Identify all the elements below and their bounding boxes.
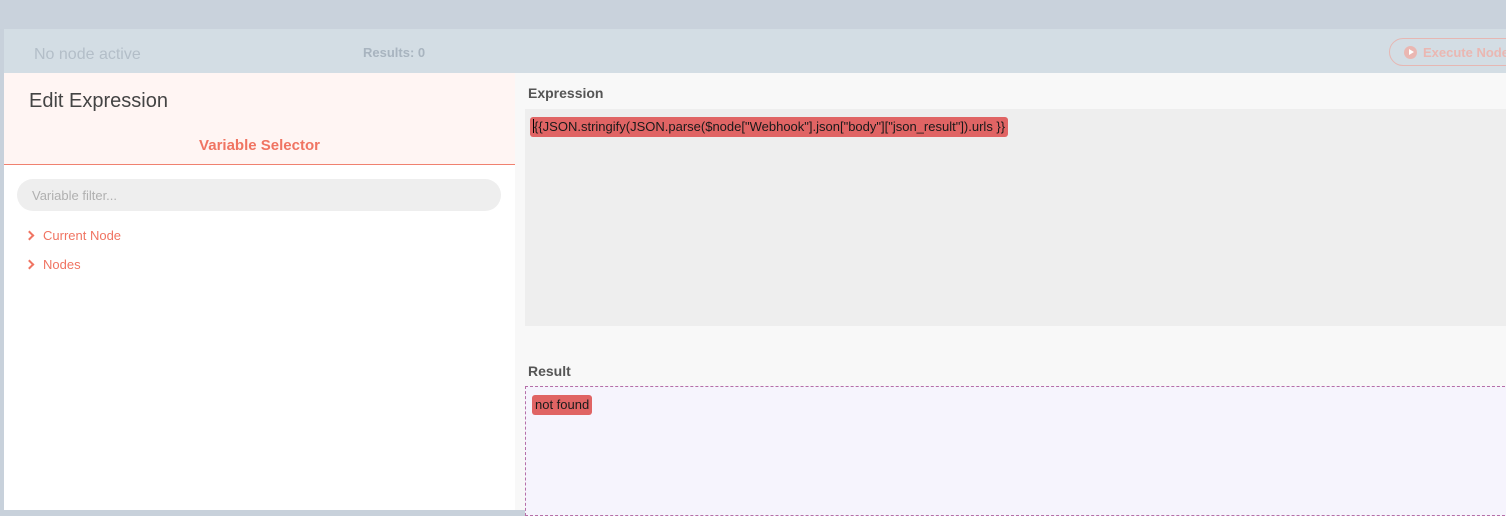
execute-node-label: Execute Node: [1423, 44, 1506, 60]
tree-item-label: Nodes: [43, 257, 81, 272]
play-icon: [1404, 45, 1417, 59]
result-label: Result: [528, 363, 571, 379]
execute-node-button[interactable]: Execute Node: [1389, 38, 1506, 66]
expression-editor[interactable]: {{JSON.stringify(JSON.parse($node["Webho…: [525, 109, 1506, 326]
chevron-right-icon: [24, 230, 35, 241]
no-node-active-label: No node active: [34, 46, 141, 63]
expression-panel: Expression {{JSON.stringify(JSON.parse($…: [515, 73, 1506, 516]
edit-expression-dialog: Edit Expression Variable Selector Curren…: [4, 73, 1506, 516]
results-count: Results: 0: [363, 45, 426, 60]
expression-label: Expression: [528, 85, 604, 101]
expression-value: {{JSON.stringify(JSON.parse($node["Webho…: [534, 119, 1006, 134]
dialog-header: Edit Expression Variable Selector: [4, 73, 515, 165]
top-strip: [0, 0, 1506, 29]
chevron-right-icon: [24, 259, 35, 270]
tree-item-current-node[interactable]: Current Node: [24, 228, 122, 243]
variable-selector-panel: Edit Expression Variable Selector Curren…: [4, 73, 515, 510]
expression-value-wrapper: {{JSON.stringify(JSON.parse($node["Webho…: [530, 117, 1009, 137]
variable-filter-input[interactable]: [17, 179, 501, 211]
tree-item-nodes[interactable]: Nodes: [24, 257, 81, 272]
tree-item-label: Current Node: [43, 228, 122, 243]
dialog-title: Edit Expression: [29, 90, 168, 112]
node-view-header: [4, 29, 1506, 73]
result-box: not found: [525, 386, 1506, 516]
variable-selector-heading: Variable Selector: [199, 137, 320, 154]
result-value: not found: [532, 395, 593, 415]
